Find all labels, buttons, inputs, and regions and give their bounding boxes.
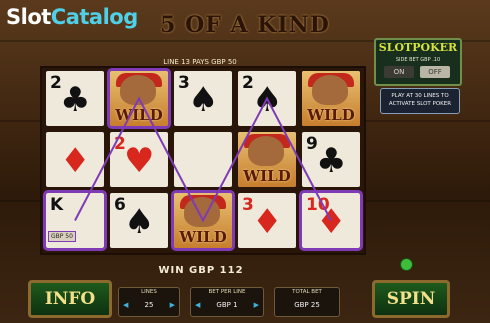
slotpoker-promo: PLAY AT 30 LINES TO ACTIVATE SLOT POKER	[380, 88, 460, 114]
reel-grid: 2 ♣ ♦ K GBP 50 WILD 2 ♥ 6 ♠ 3 ♠ WILD 2 ♠ WILD 3 ♦ WILD 9 ♣ 10…	[40, 66, 366, 255]
win-amount: WIN GBP 112	[158, 265, 244, 276]
total-bet-value: GBP 25	[294, 301, 320, 309]
slotpoker-title: SLOTPOKER	[378, 41, 458, 54]
payline-overlay	[74, 96, 332, 223]
info-button[interactable]: INFO	[28, 280, 112, 318]
bet-control: BET PER LINE ◀ GBP 1 ▶	[190, 287, 264, 317]
bet-increase-icon[interactable]: ▶	[254, 301, 259, 309]
slotpoker-panel: SLOTPOKER SIDE BET GBP .10 ON OFF	[374, 38, 462, 86]
lines-label: LINES	[141, 289, 157, 295]
watermark-logo: SlotCatalog	[6, 5, 138, 29]
side-bet-label: SIDE BET GBP .10	[395, 57, 441, 63]
side-bet-on-button[interactable]: ON	[384, 66, 414, 78]
win-headline: 5 OF A KIND	[160, 12, 330, 38]
spin-button[interactable]: SPIN	[372, 280, 450, 318]
payline-13	[74, 96, 332, 223]
status-indicator-icon	[400, 258, 413, 271]
total-bet-label: TOTAL BET	[292, 289, 322, 295]
bet-label: BET PER LINE	[208, 289, 246, 295]
bet-value: GBP 1	[216, 301, 238, 309]
lines-increase-icon[interactable]: ▶	[170, 301, 175, 309]
line-pays-text: LINE 13 PAYS GBP 50	[163, 58, 237, 66]
lines-control: LINES ◀ 25 ▶	[118, 287, 180, 317]
total-bet-display: TOTAL BET GBP 25	[274, 287, 340, 317]
side-bet-off-button[interactable]: OFF	[420, 66, 450, 78]
